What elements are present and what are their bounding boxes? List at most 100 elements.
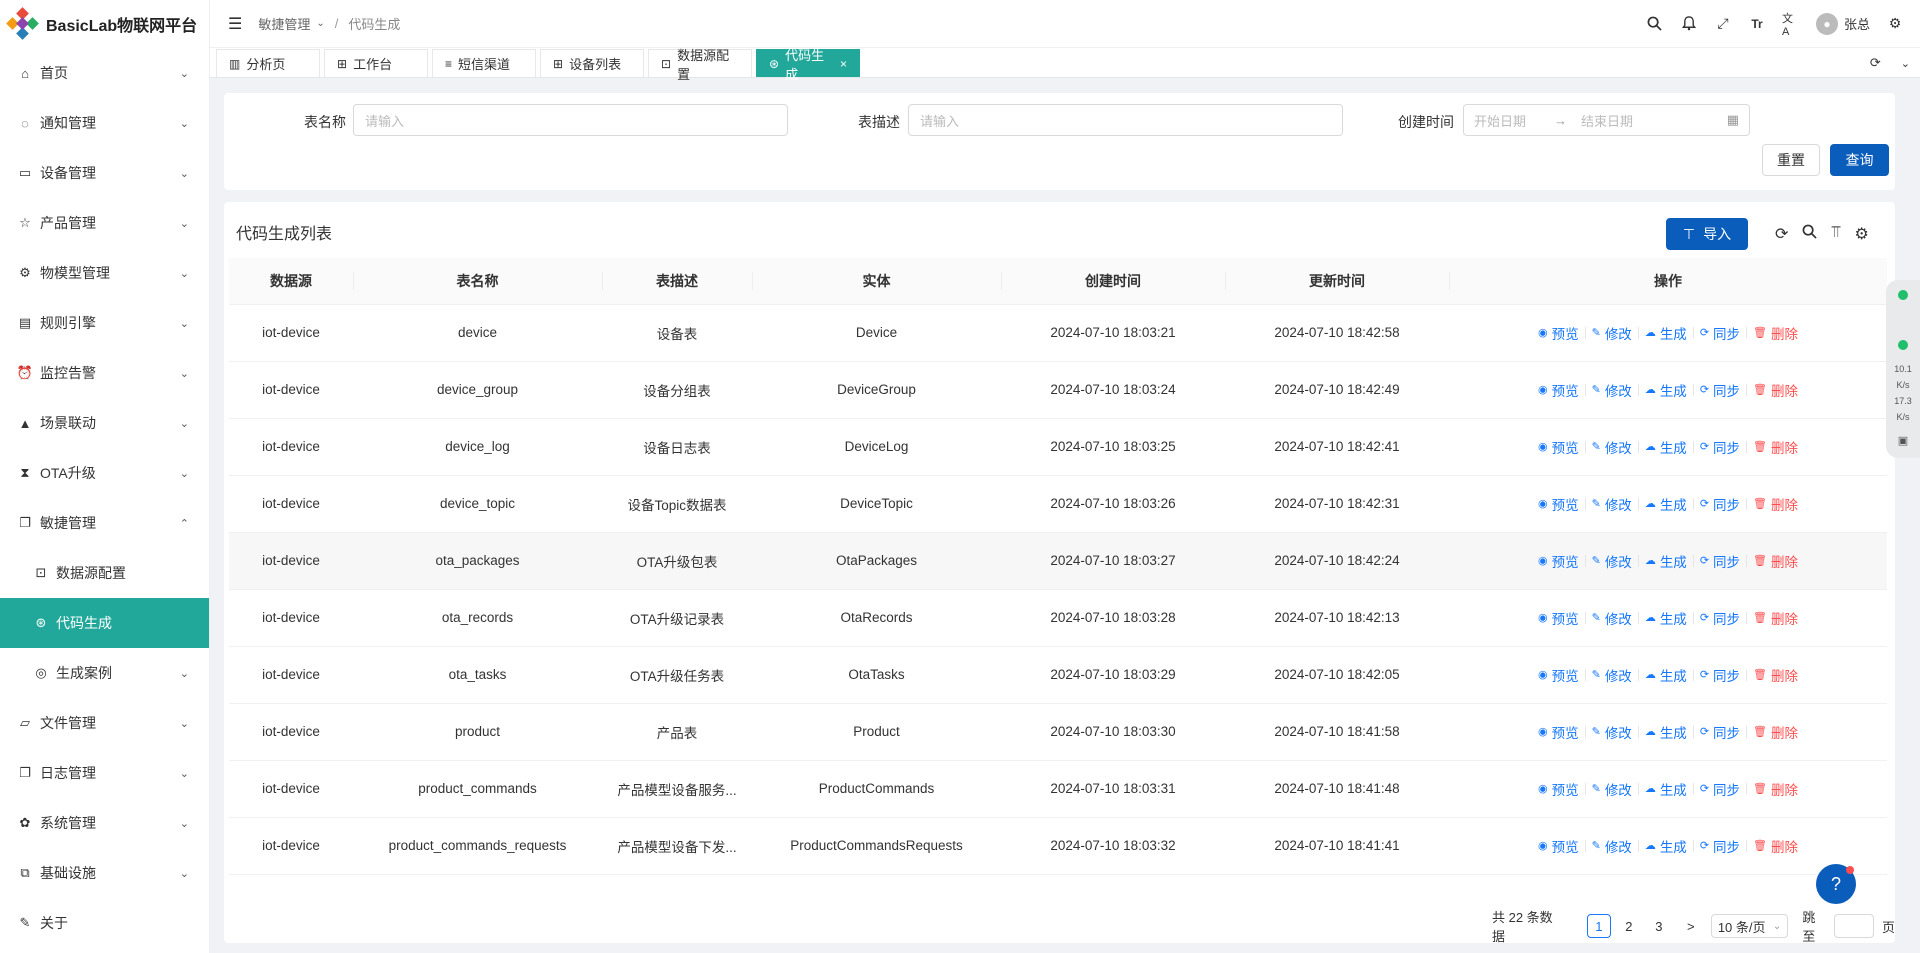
- sidebar-item-13[interactable]: ▱ 文件管理 ⌄: [0, 698, 209, 748]
- setting-icon[interactable]: ⚙: [1854, 224, 1868, 244]
- reload-icon[interactable]: ⟳: [1775, 224, 1788, 244]
- date-range-picker[interactable]: 开始日期 → 结束日期 ▦: [1463, 104, 1750, 136]
- sync-button[interactable]: ⟳ 同步: [1694, 437, 1746, 457]
- edit-button[interactable]: ✎ 修改: [1586, 722, 1638, 742]
- bell-icon[interactable]: [1680, 15, 1698, 33]
- sync-button[interactable]: ⟳ 同步: [1694, 779, 1746, 799]
- sync-button[interactable]: ⟳ 同步: [1694, 608, 1746, 628]
- sidebar-item-4[interactable]: ⚙ 物模型管理 ⌄: [0, 248, 209, 298]
- tab-2[interactable]: ≡ 短信渠道: [432, 49, 536, 77]
- table-name-input[interactable]: 请输入: [353, 104, 788, 136]
- sync-button[interactable]: ⟳ 同步: [1694, 665, 1746, 685]
- page-size-select[interactable]: 10 条/页 ⌄: [1710, 914, 1789, 938]
- preview-button[interactable]: ◉ 预览: [1532, 551, 1585, 571]
- generate-button[interactable]: ☁ 生成: [1639, 551, 1693, 571]
- generate-button[interactable]: ☁ 生成: [1639, 323, 1693, 343]
- delete-button[interactable]: 🗑 删除: [1747, 380, 1804, 400]
- settings-icon[interactable]: ⚙: [1886, 15, 1904, 33]
- sidebar-item-6[interactable]: ⏰ 监控告警 ⌄: [0, 348, 209, 398]
- edit-button[interactable]: ✎ 修改: [1586, 437, 1638, 457]
- sync-button[interactable]: ⟳ 同步: [1694, 551, 1746, 571]
- sidebar-item-8[interactable]: ⧗ OTA升级 ⌄: [0, 448, 209, 498]
- generate-button[interactable]: ☁ 生成: [1639, 779, 1693, 799]
- tab-1[interactable]: ⊞ 工作台: [324, 49, 428, 77]
- preview-button[interactable]: ◉ 预览: [1532, 380, 1585, 400]
- end-date-input[interactable]: 结束日期: [1581, 111, 1633, 130]
- page-1[interactable]: 1: [1586, 914, 1611, 938]
- generate-button[interactable]: ☁ 生成: [1639, 836, 1693, 856]
- delete-button[interactable]: 🗑 删除: [1747, 665, 1804, 685]
- jump-page-input[interactable]: [1833, 914, 1874, 938]
- column-height-icon[interactable]: ⫪: [1831, 224, 1840, 244]
- sidebar-item-17[interactable]: ✎ 关于: [0, 898, 209, 948]
- preview-button[interactable]: ◉ 预览: [1532, 437, 1585, 457]
- logo[interactable]: BasicLab物联网平台: [0, 0, 209, 48]
- user-menu[interactable]: ● 张总: [1815, 12, 1870, 35]
- start-date-input[interactable]: 开始日期: [1474, 111, 1526, 130]
- preview-button[interactable]: ◉ 预览: [1532, 608, 1585, 628]
- generate-button[interactable]: ☁ 生成: [1639, 437, 1693, 457]
- edit-button[interactable]: ✎ 修改: [1586, 779, 1638, 799]
- tab-0[interactable]: ▥ 分析页: [216, 49, 320, 77]
- delete-button[interactable]: 🗑 删除: [1747, 437, 1804, 457]
- sidebar-item-7[interactable]: ▲ 场景联动 ⌄: [0, 398, 209, 448]
- sync-button[interactable]: ⟳ 同步: [1694, 380, 1746, 400]
- next-page-button[interactable]: >: [1679, 914, 1703, 938]
- delete-button[interactable]: 🗑 删除: [1747, 323, 1804, 343]
- generate-button[interactable]: ☁ 生成: [1639, 380, 1693, 400]
- font-size-icon[interactable]: Tr: [1748, 15, 1766, 33]
- sidebar-item-0[interactable]: ⌂ 首页 ⌄: [0, 48, 209, 98]
- generate-button[interactable]: ☁ 生成: [1639, 665, 1693, 685]
- translate-icon[interactable]: 文A: [1782, 13, 1800, 38]
- tab-3[interactable]: ⊞ 设备列表: [540, 49, 644, 77]
- help-button[interactable]: ?: [1816, 864, 1856, 904]
- chevron-down-icon[interactable]: ⌄: [1901, 57, 1910, 70]
- delete-button[interactable]: 🗑 删除: [1747, 551, 1804, 571]
- query-button[interactable]: 查询: [1830, 144, 1889, 176]
- edit-button[interactable]: ✎ 修改: [1586, 323, 1638, 343]
- preview-button[interactable]: ◉ 预览: [1532, 494, 1585, 514]
- sidebar-item-11[interactable]: ⊛ 代码生成: [0, 598, 209, 648]
- reload-icon[interactable]: ⟳: [1870, 55, 1881, 71]
- edit-button[interactable]: ✎ 修改: [1586, 494, 1638, 514]
- sync-button[interactable]: ⟳ 同步: [1694, 836, 1746, 856]
- preview-button[interactable]: ◉ 预览: [1532, 836, 1585, 856]
- page-2[interactable]: 2: [1617, 914, 1641, 938]
- sidebar-item-10[interactable]: ⊡ 数据源配置: [0, 548, 209, 598]
- delete-button[interactable]: 🗑 删除: [1747, 779, 1804, 799]
- search-icon[interactable]: [1646, 15, 1664, 33]
- page-3[interactable]: 3: [1647, 914, 1671, 938]
- table-desc-input[interactable]: 请输入: [908, 104, 1343, 136]
- edit-button[interactable]: ✎ 修改: [1586, 608, 1638, 628]
- sidebar-item-3[interactable]: ☆ 产品管理 ⌄: [0, 198, 209, 248]
- sidebar-item-9[interactable]: ❐ 敏捷管理 ⌃: [0, 498, 209, 548]
- preview-button[interactable]: ◉ 预览: [1532, 779, 1585, 799]
- fullscreen-icon[interactable]: ⤢: [1714, 15, 1732, 33]
- sidebar-item-14[interactable]: ❐ 日志管理 ⌄: [0, 748, 209, 798]
- menu-fold-icon[interactable]: ☰: [228, 14, 242, 34]
- edit-button[interactable]: ✎ 修改: [1586, 380, 1638, 400]
- generate-button[interactable]: ☁ 生成: [1639, 608, 1693, 628]
- preview-button[interactable]: ◉ 预览: [1532, 665, 1585, 685]
- edit-button[interactable]: ✎ 修改: [1586, 665, 1638, 685]
- camera-icon[interactable]: ▣: [1898, 434, 1908, 447]
- generate-button[interactable]: ☁ 生成: [1639, 494, 1693, 514]
- generate-button[interactable]: ☁ 生成: [1639, 722, 1693, 742]
- reset-button[interactable]: 重置: [1762, 144, 1820, 176]
- sync-button[interactable]: ⟳ 同步: [1694, 722, 1746, 742]
- sidebar-item-2[interactable]: ▭ 设备管理 ⌄: [0, 148, 209, 198]
- preview-button[interactable]: ◉ 预览: [1532, 323, 1585, 343]
- search-icon[interactable]: [1802, 224, 1818, 244]
- edit-button[interactable]: ✎ 修改: [1586, 551, 1638, 571]
- network-speed-widget[interactable]: 10.1 K/s 17.3 K/s ▣: [1886, 280, 1920, 458]
- sidebar-item-5[interactable]: ▤ 规则引擎 ⌄: [0, 298, 209, 348]
- sidebar-item-12[interactable]: ◎ 生成案例 ⌄: [0, 648, 209, 698]
- sidebar-item-1[interactable]: ◌ 通知管理 ⌄: [0, 98, 209, 148]
- preview-button[interactable]: ◉ 预览: [1532, 722, 1585, 742]
- sidebar-item-15[interactable]: ✿ 系统管理 ⌄: [0, 798, 209, 848]
- sidebar-item-16[interactable]: ⧉ 基础设施 ⌄: [0, 848, 209, 898]
- breadcrumb-parent[interactable]: 敏捷管理: [258, 14, 310, 33]
- delete-button[interactable]: 🗑 删除: [1747, 494, 1804, 514]
- tab-5[interactable]: ⊛ 代码生成 ×: [756, 48, 860, 82]
- delete-button[interactable]: 🗑 删除: [1747, 722, 1804, 742]
